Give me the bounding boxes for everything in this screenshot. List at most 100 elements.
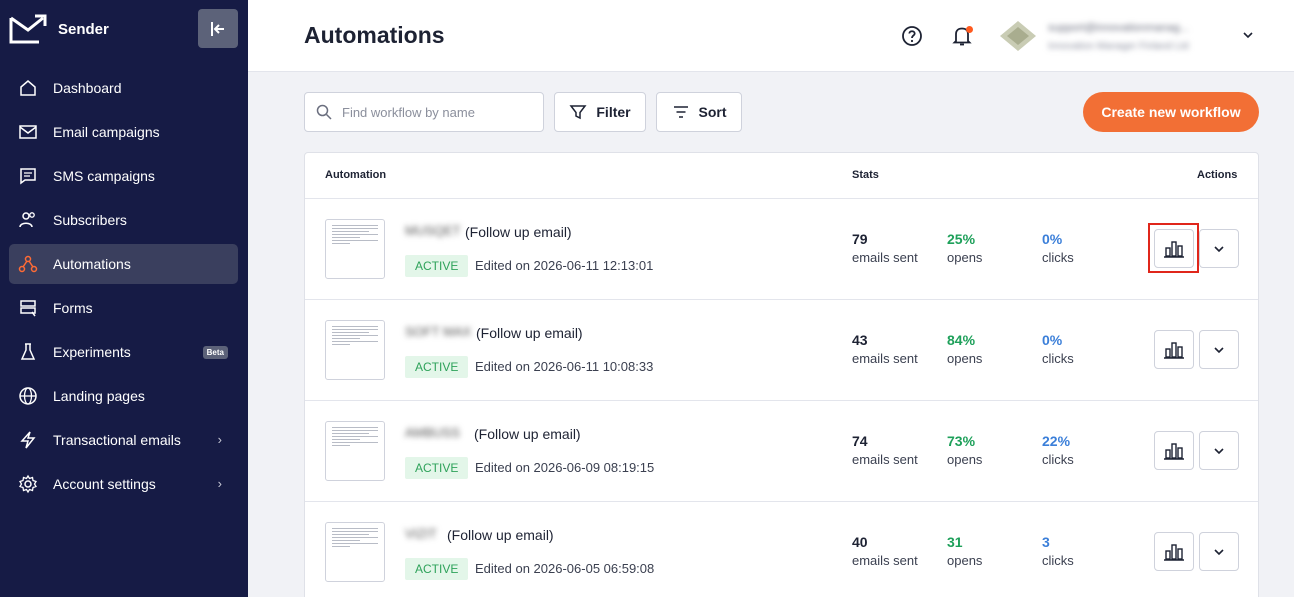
sidebar-item-label: Landing pages [53, 388, 145, 404]
collapse-left-icon [211, 21, 224, 36]
column-header-stats: Stats [852, 169, 879, 181]
beta-badge: Beta [202, 346, 228, 359]
emails-sent-label: emails sent [852, 351, 918, 366]
stats-button[interactable] [1154, 229, 1194, 268]
table-row[interactable]: VIZIT (Follow up email) ACTIVE Edited on… [305, 501, 1258, 597]
sidebar-item-automations[interactable]: Automations [9, 244, 238, 284]
actions-dropdown-button[interactable] [1199, 330, 1239, 369]
chevron-down-icon[interactable] [1241, 28, 1255, 42]
clicks-label: clicks [1042, 553, 1074, 568]
emails-sent-label: emails sent [852, 452, 918, 467]
workflow-name-blurred: VIZIT [405, 526, 437, 541]
opens-label: opens [947, 452, 983, 467]
create-workflow-button[interactable]: Create new workflow [1083, 92, 1259, 132]
sort-button[interactable]: Sort [656, 92, 742, 132]
app-logo[interactable]: Sender [9, 14, 109, 44]
help-icon [902, 26, 922, 46]
opens-value: 73% [947, 433, 976, 449]
clicks-value: 3 [1042, 534, 1050, 550]
status-badge: ACTIVE [405, 356, 469, 378]
edited-date: Edited on 2026-06-05 06:59:08 [475, 561, 655, 576]
sidebar-item-forms[interactable]: Forms [9, 288, 238, 328]
email-preview-thumbnail[interactable] [325, 320, 385, 380]
sidebar: Sender Dashboard Email campaigns SMS cam… [0, 0, 248, 597]
automation-icon [18, 254, 38, 274]
email-preview-thumbnail[interactable] [325, 522, 385, 582]
chevron-right-icon: › [217, 476, 222, 491]
chevron-down-icon [1214, 245, 1224, 252]
sidebar-item-subscribers[interactable]: Subscribers [9, 200, 238, 240]
chevron-down-icon [1214, 346, 1224, 353]
edited-date: Edited on 2026-06-09 08:19:15 [475, 460, 655, 475]
help-button[interactable] [901, 25, 923, 47]
sort-label: Sort [698, 104, 727, 120]
column-header-automation: Automation [325, 169, 387, 181]
chevron-down-icon [1214, 447, 1224, 454]
opens-value: 84% [947, 332, 976, 348]
app-name: Sender [58, 20, 109, 38]
chevron-right-icon: › [217, 432, 222, 447]
workflow-name[interactable]: (Follow up email) [447, 527, 554, 543]
status-badge: ACTIVE [405, 457, 469, 479]
actions-dropdown-button[interactable] [1199, 431, 1239, 470]
sidebar-item-label: Experiments [53, 344, 131, 360]
form-icon [18, 298, 38, 318]
sidebar-item-label: Subscribers [53, 212, 127, 228]
status-badge: ACTIVE [405, 255, 469, 277]
emails-sent-value: 40 [852, 534, 868, 550]
users-icon [18, 210, 38, 230]
clicks-label: clicks [1042, 452, 1074, 467]
chat-icon [18, 166, 38, 186]
page-title: Automations [304, 22, 445, 48]
notifications-button[interactable] [950, 24, 974, 48]
sidebar-item-account-settings[interactable]: Account settings › [9, 464, 238, 504]
flask-icon [18, 342, 38, 362]
filter-label: Filter [596, 104, 631, 120]
filter-icon [569, 105, 587, 120]
stats-button[interactable] [1154, 431, 1194, 470]
email-preview-thumbnail[interactable] [325, 421, 385, 481]
sidebar-item-email-campaigns[interactable]: Email campaigns [9, 112, 238, 152]
sidebar-item-transactional-emails[interactable]: Transactional emails › [9, 420, 238, 460]
table-row[interactable]: AMBUSS (Follow up email) ACTIVE Edited o… [305, 400, 1258, 501]
sidebar-item-label: Automations [53, 256, 131, 272]
search-field [304, 92, 544, 132]
workflow-name[interactable]: (Follow up email) [476, 325, 583, 341]
sidebar-item-sms-campaigns[interactable]: SMS campaigns [9, 156, 238, 196]
globe-icon [18, 386, 38, 406]
sidebar-item-landing-pages[interactable]: Landing pages [9, 376, 238, 416]
table-row[interactable]: SOFT MAX (Follow up email) ACTIVE Edited… [305, 299, 1258, 400]
actions-dropdown-button[interactable] [1199, 229, 1239, 268]
emails-sent-label: emails sent [852, 250, 918, 265]
stats-button[interactable] [1154, 330, 1194, 369]
emails-sent-label: emails sent [852, 553, 918, 568]
collapse-sidebar-button[interactable] [198, 9, 238, 48]
sidebar-item-experiments[interactable]: Experiments Beta [9, 332, 238, 372]
sort-icon [673, 106, 688, 118]
bar-chart-icon [1164, 240, 1184, 258]
emails-sent-value: 79 [852, 231, 868, 247]
table-row[interactable]: MUSQET (Follow up email) ACTIVE Edited o… [305, 198, 1258, 299]
stats-button[interactable] [1154, 532, 1194, 571]
workflow-name-blurred: MUSQET [405, 223, 461, 238]
emails-sent-value: 74 [852, 433, 868, 449]
search-input[interactable] [342, 104, 522, 120]
filter-button[interactable]: Filter [554, 92, 646, 132]
clicks-label: clicks [1042, 250, 1074, 265]
home-icon [18, 78, 38, 98]
workflow-name[interactable]: (Follow up email) [465, 224, 572, 240]
bar-chart-icon [1164, 442, 1184, 460]
column-header-actions: Actions [1197, 169, 1238, 181]
notification-dot [966, 26, 973, 33]
edited-date: Edited on 2026-06-11 12:13:01 [475, 258, 654, 273]
avatar[interactable] [998, 19, 1038, 53]
sidebar-item-dashboard[interactable]: Dashboard [9, 68, 238, 108]
chevron-down-icon [1214, 548, 1224, 555]
automations-table: Automation Stats Actions MUSQET (Follow … [304, 152, 1259, 597]
workflow-name[interactable]: (Follow up email) [474, 426, 581, 442]
status-badge: ACTIVE [405, 558, 469, 580]
user-name: support@innovationmanag... [1048, 22, 1189, 34]
email-preview-thumbnail[interactable] [325, 219, 385, 279]
actions-dropdown-button[interactable] [1199, 532, 1239, 571]
bolt-icon [18, 430, 38, 450]
